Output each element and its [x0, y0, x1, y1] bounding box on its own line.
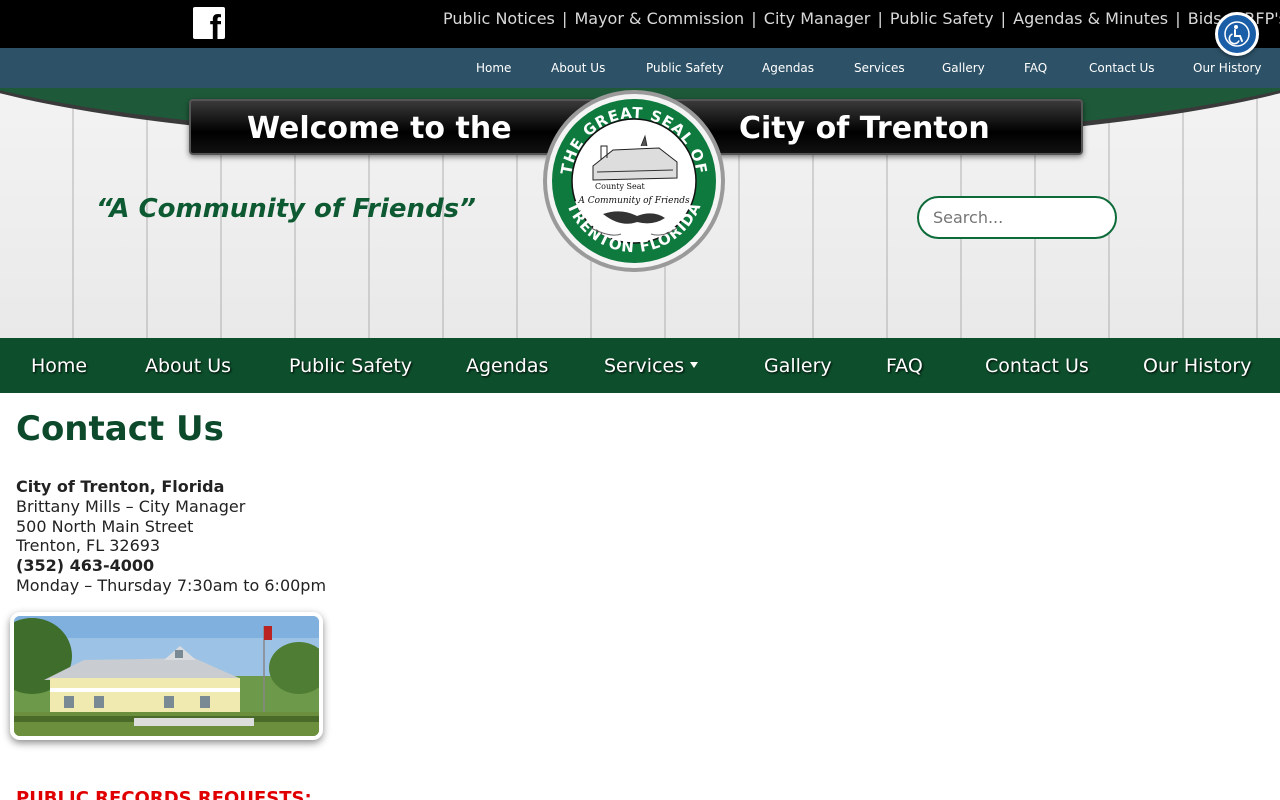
nav-our-history[interactable]: Our History: [1143, 355, 1251, 377]
subnav-public-safety[interactable]: Public Safety: [646, 61, 724, 75]
secondary-nav: Home About Us Public Safety Agendas Serv…: [0, 48, 1280, 88]
site-header: Welcome to the City of Trenton THE GREAT…: [0, 88, 1280, 338]
address-city: Trenton, FL 32693: [16, 536, 161, 556]
nav-gallery[interactable]: Gallery: [764, 355, 832, 377]
city-hall-photo: [10, 612, 323, 740]
top-link-public-safety[interactable]: Public Safety: [890, 9, 994, 28]
nav-home[interactable]: Home: [31, 355, 87, 377]
address-manager: Brittany Mills – City Manager: [16, 496, 246, 516]
chevron-down-icon[interactable]: [690, 362, 698, 368]
address-hours: Monday – Thursday 7:30am to 6:00pm: [16, 575, 327, 595]
public-records-heading: PUBLIC RECORDS REQUESTS:: [16, 788, 312, 800]
top-bar: f Public Notices | Mayor & Commission | …: [0, 0, 1280, 48]
subnav-about-us[interactable]: About Us: [551, 61, 605, 75]
main-nav: Home About Us Public Safety Agendas Serv…: [0, 338, 1280, 393]
svg-text:County Seat: County Seat: [595, 182, 646, 191]
subnav-contact-us[interactable]: Contact Us: [1089, 61, 1155, 75]
address-org: City of Trenton, Florida: [16, 477, 225, 496]
nav-faq[interactable]: FAQ: [886, 355, 923, 377]
search-input[interactable]: [917, 196, 1117, 239]
contact-address: City of Trenton, Florida Brittany Mills …: [16, 477, 1266, 596]
accessibility-icon[interactable]: [1215, 12, 1259, 56]
top-links: Public Notices | Mayor & Commission | Ci…: [443, 9, 1280, 28]
nav-public-safety[interactable]: Public Safety: [289, 355, 412, 377]
svg-text:A Community of Friends: A Community of Friends: [577, 196, 690, 206]
nav-about-us[interactable]: About Us: [145, 355, 231, 377]
banner-text-left: Welcome to the: [247, 111, 512, 146]
subnav-faq[interactable]: FAQ: [1024, 61, 1047, 75]
city-seal-logo[interactable]: THE GREAT SEAL OF TRENTON FLORIDA County…: [541, 88, 727, 274]
main-content: Contact Us City of Trenton, Florida Brit…: [10, 408, 1266, 800]
address-phone[interactable]: (352) 463-4000: [16, 556, 1266, 576]
nav-agendas[interactable]: Agendas: [466, 355, 548, 377]
subnav-home[interactable]: Home: [476, 61, 511, 75]
subnav-agendas[interactable]: Agendas: [762, 61, 814, 75]
top-link-public-notices[interactable]: Public Notices: [443, 9, 555, 28]
subnav-our-history[interactable]: Our History: [1193, 61, 1262, 75]
subnav-services[interactable]: Services: [854, 61, 905, 75]
motto-text: “A Community of Friends”: [96, 194, 476, 224]
top-link-city-manager[interactable]: City Manager: [764, 9, 871, 28]
page-title: Contact Us: [16, 409, 224, 449]
facebook-icon[interactable]: f: [193, 7, 225, 39]
nav-services[interactable]: Services: [604, 355, 684, 377]
address-street: 500 North Main Street: [16, 516, 194, 536]
subnav-gallery[interactable]: Gallery: [942, 61, 985, 75]
top-link-agendas-minutes[interactable]: Agendas & Minutes: [1013, 9, 1168, 28]
top-link-mayor-commission[interactable]: Mayor & Commission: [574, 9, 744, 28]
banner-text-right: City of Trenton: [739, 111, 990, 146]
nav-contact-us[interactable]: Contact Us: [985, 355, 1089, 377]
